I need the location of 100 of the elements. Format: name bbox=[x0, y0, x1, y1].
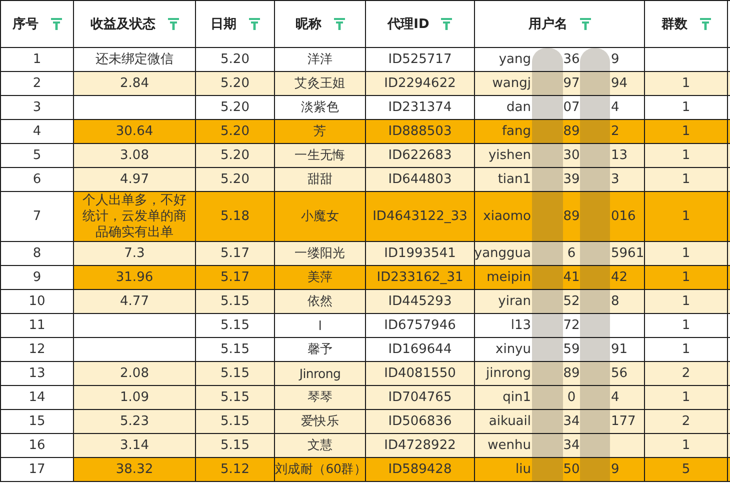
table-cell: 2.08 bbox=[74, 362, 196, 386]
redaction-block bbox=[580, 266, 610, 289]
redaction-block bbox=[532, 48, 563, 71]
table-cell: 文慧 bbox=[274, 434, 366, 458]
filter-icon[interactable] bbox=[580, 18, 590, 30]
table-cell: 5.12 bbox=[196, 458, 274, 482]
table-cell: ID888503 bbox=[366, 120, 474, 144]
redaction-block bbox=[580, 458, 610, 481]
table-cell: 14 bbox=[0, 386, 74, 410]
table-cell: 小魔女 bbox=[274, 192, 366, 242]
filter-icon[interactable] bbox=[334, 18, 344, 30]
redaction-block bbox=[580, 386, 610, 409]
table-cell: 1 bbox=[644, 242, 728, 266]
filter-icon[interactable] bbox=[50, 18, 62, 30]
table-cell: 一缕阳光 bbox=[274, 242, 366, 266]
redaction-block bbox=[580, 72, 610, 95]
table-cell: 甜甜 bbox=[274, 168, 366, 192]
table-cell: 5.20 bbox=[196, 144, 274, 168]
table-cell: 芳 bbox=[274, 120, 366, 144]
username-fragment: 94 bbox=[611, 75, 629, 93]
redaction-block bbox=[532, 314, 563, 337]
username-fragment: 9 bbox=[611, 461, 620, 479]
table-cell: 3.14 bbox=[74, 434, 196, 458]
column-header: 群数 bbox=[662, 16, 688, 33]
table-cell: 2.84 bbox=[74, 72, 196, 96]
table-cell: 5 bbox=[0, 144, 74, 168]
table-cell: ID506836 bbox=[366, 410, 474, 434]
table-cell: 还未绑定微信 bbox=[74, 48, 196, 72]
redaction-block bbox=[532, 386, 563, 409]
redaction-block bbox=[580, 290, 610, 313]
redaction-block bbox=[580, 314, 610, 337]
redaction-block bbox=[532, 338, 563, 361]
table-cell: 5.20 bbox=[196, 96, 274, 120]
column-header: 昵称 bbox=[296, 16, 322, 33]
table-cell: 11 bbox=[0, 314, 74, 338]
table-cell: Jinrong bbox=[274, 362, 366, 386]
table-cell: 5.15 bbox=[196, 410, 274, 434]
filter-icon[interactable] bbox=[168, 18, 178, 30]
table-cell: 5.15 bbox=[196, 314, 274, 338]
column-header: 代理ID bbox=[388, 16, 430, 33]
username-fragment: 8 bbox=[611, 293, 620, 311]
username-fragment: wenhu bbox=[486, 437, 531, 455]
username-fragment: 41 bbox=[564, 269, 579, 287]
table-cell: 7 bbox=[0, 192, 74, 242]
table-cell: 5.23 bbox=[74, 410, 196, 434]
table-cell: 5.20 bbox=[196, 168, 274, 192]
table-cell: ID2294622 bbox=[366, 72, 474, 96]
table-cell: 10 bbox=[0, 290, 74, 314]
table-cell: 4.77 bbox=[74, 290, 196, 314]
filter-icon[interactable] bbox=[248, 18, 260, 30]
username-fragment: 91 bbox=[611, 341, 629, 359]
username-fragment: meipin bbox=[486, 269, 531, 287]
table-cell: 4 bbox=[0, 120, 74, 144]
username-fragment: xiaomo bbox=[482, 208, 531, 226]
table-cell: 美萍 bbox=[274, 266, 366, 290]
table-cell: 3.08 bbox=[74, 144, 196, 168]
username-fragment: 52 bbox=[564, 293, 579, 311]
column-header: 用户名 bbox=[528, 16, 568, 33]
table-cell: 刘成耐（60群） bbox=[274, 458, 366, 482]
redaction-block bbox=[580, 144, 610, 167]
filter-icon[interactable] bbox=[700, 18, 710, 30]
redaction-block bbox=[532, 144, 563, 167]
username-fragment: 50 bbox=[564, 461, 579, 479]
table-cell: 16 bbox=[0, 434, 74, 458]
username-fragment: 2 bbox=[611, 123, 620, 141]
filter-icon[interactable] bbox=[441, 18, 452, 30]
username-fragment: 9 bbox=[611, 51, 620, 69]
redaction-block bbox=[532, 362, 563, 385]
username-fragment: xinyu bbox=[494, 341, 531, 359]
username-fragment: 89 bbox=[564, 365, 579, 383]
redaction-block bbox=[532, 72, 563, 95]
table-cell: 琴琴 bbox=[274, 386, 366, 410]
redaction-block bbox=[580, 410, 610, 433]
table-cell: 7.3 bbox=[74, 242, 196, 266]
table-cell: 13 bbox=[0, 362, 74, 386]
redaction-block bbox=[532, 266, 563, 289]
username-fragment: l13 bbox=[510, 317, 531, 335]
username-fragment: 97 bbox=[564, 75, 579, 93]
table-cell: 2 bbox=[644, 410, 728, 434]
table-cell: ID589428 bbox=[366, 458, 474, 482]
table-cell: ID4081550 bbox=[366, 362, 474, 386]
table-cell: 1 bbox=[644, 120, 728, 144]
column-header: 日期 bbox=[210, 16, 236, 33]
table-cell: 2 bbox=[0, 72, 74, 96]
username-fragment: 34 bbox=[564, 413, 579, 431]
table-cell: 5.15 bbox=[196, 290, 274, 314]
username-fragment: yiran bbox=[497, 293, 531, 311]
table-cell: 38.32 bbox=[74, 458, 196, 482]
username-fragment: 4 bbox=[611, 389, 620, 407]
username-fragment: 56 bbox=[611, 365, 629, 383]
table-cell: 2 bbox=[644, 362, 728, 386]
table-cell: ID4728922 bbox=[366, 434, 474, 458]
table-cell: ID704765 bbox=[366, 386, 474, 410]
username-fragment: 89 bbox=[564, 123, 579, 141]
table-cell: 1 bbox=[644, 144, 728, 168]
username-fragment: 13 bbox=[611, 147, 629, 165]
username-fragment: yishen bbox=[487, 147, 531, 165]
username-fragment: 36 bbox=[564, 51, 579, 69]
username-fragment: jinrong bbox=[484, 365, 531, 383]
table-cell: 淡紫色 bbox=[274, 96, 366, 120]
